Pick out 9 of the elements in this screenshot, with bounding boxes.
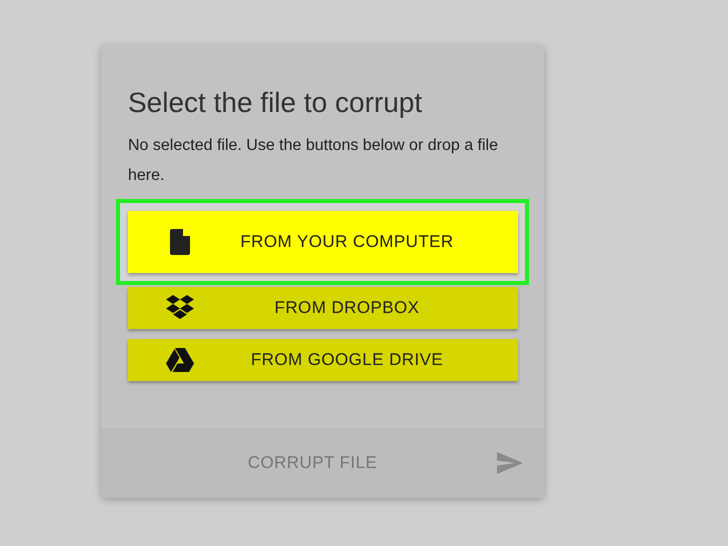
document-icon [170, 229, 190, 255]
source-button[interactable]: FROM GOOGLE DRIVE [128, 339, 518, 381]
source-button[interactable]: FROM YOUR COMPUTER [128, 211, 518, 273]
send-icon [497, 452, 523, 474]
dialog-title: Select the file to corrupt [128, 86, 424, 120]
open-box-icon [166, 295, 194, 321]
source-button[interactable]: FROM DROPBOX [128, 287, 518, 329]
triangle-icon [166, 348, 194, 372]
instruction-text: No selected file. Use the buttons below or drop a file here. [128, 136, 499, 186]
